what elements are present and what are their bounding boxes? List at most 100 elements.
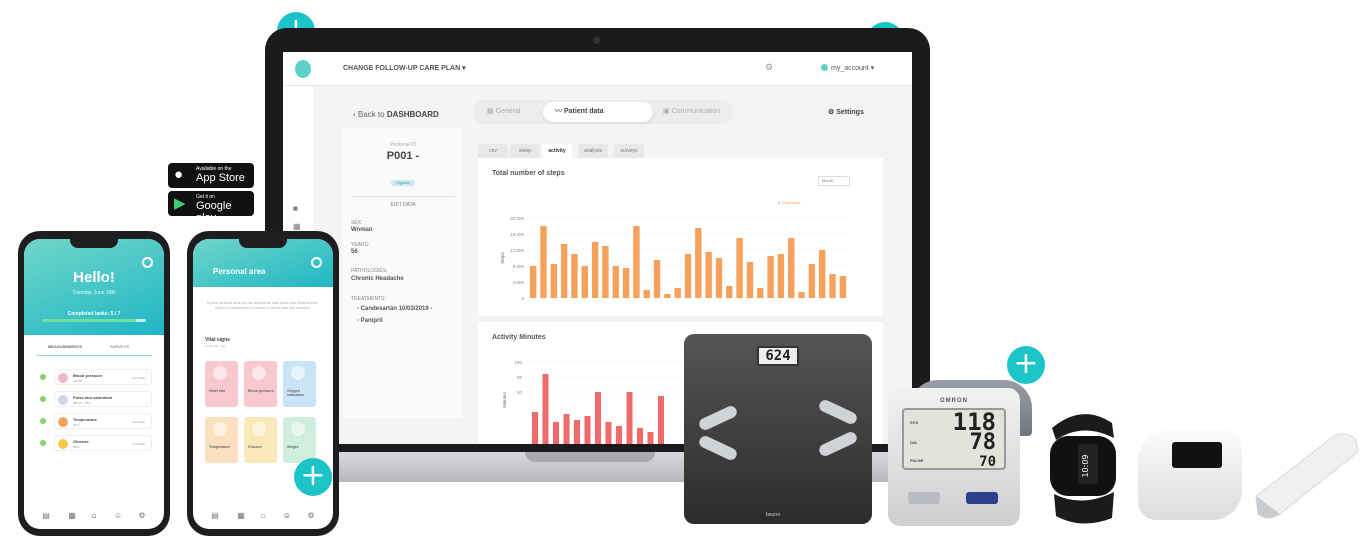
measurement-name: Glucose <box>73 439 89 444</box>
apple-icon: ● <box>174 166 184 183</box>
google-play-badge[interactable]: ▶ Get it on Google play <box>168 191 254 224</box>
steps-bar <box>560 244 568 298</box>
tab-general[interactable]: ▦ General <box>487 102 520 122</box>
greeting-date: Tuesday, June 28th <box>72 290 116 296</box>
gear-icon[interactable]: ⚙ <box>765 62 773 73</box>
laptop-notch <box>525 452 655 462</box>
vital-tile[interactable]: Heart rate <box>205 361 238 407</box>
steps-bar <box>808 264 816 298</box>
chat-icon[interactable]: ▤ <box>40 511 52 520</box>
steps-bar <box>550 264 558 298</box>
scale-pad <box>697 434 739 462</box>
tab-communication[interactable]: ▣ Communication <box>663 102 720 122</box>
subtab-csv[interactable]: csv <box>478 144 508 158</box>
account-menu[interactable]: my_account ▾ <box>831 64 874 72</box>
subtab-activity[interactable]: activity <box>542 144 572 158</box>
calendar-icon[interactable]: ▦ <box>235 511 247 520</box>
minutes-bar <box>595 392 601 444</box>
vital-tile[interactable]: Blood pressure <box>244 361 277 407</box>
status-badge: Vigente <box>391 180 415 186</box>
phone-home-screen: Hello! Tuesday, June 28th Completed task… <box>24 239 164 529</box>
pulse-oximeter <box>1138 430 1242 520</box>
minutes-bar <box>616 426 622 444</box>
minutes-bar <box>542 374 549 444</box>
measurement-icon <box>58 373 68 383</box>
bottom-nav: ▤ ▦ ⌂ ☺ ⚙ <box>24 507 164 529</box>
minutes-bar <box>532 412 538 444</box>
vital-icon <box>213 366 227 380</box>
list-item[interactable]: Pulse and saturation 88bpm · 95% <box>54 391 152 407</box>
tab-patient-data[interactable]: 〰 Patient data <box>543 102 653 122</box>
y-tick-label: 16.000 <box>510 232 524 237</box>
y-tick-label: 12.000 <box>510 248 524 253</box>
steps-chart: 0 4.000 8.000 12.000 16.000 20.000 Steps <box>500 216 848 301</box>
vital-tile[interactable]: Weight <box>283 417 316 463</box>
vital-label: Oxygen saturation <box>287 389 304 397</box>
band-strap-bottom <box>1054 492 1114 524</box>
steps-bar <box>757 288 764 298</box>
steps-bar <box>736 238 743 298</box>
measurement-action[interactable]: Set today › <box>132 420 147 424</box>
home-icon[interactable]: ⌂ <box>257 511 269 520</box>
chat-icon[interactable]: ▤ <box>209 511 221 520</box>
bp-brand: OMRON <box>940 398 968 404</box>
vital-label: Blood pressure <box>248 389 274 393</box>
thermometer-body <box>1255 433 1359 519</box>
edit-data-link[interactable]: EDIT DATA <box>343 202 463 208</box>
home-icon[interactable]: ⌂ <box>88 511 100 520</box>
steps-bar <box>643 290 650 298</box>
minutes-bar <box>626 392 633 444</box>
steps-bar <box>705 252 712 298</box>
measurement-action[interactable]: Set today › <box>132 376 147 380</box>
vital-label: Temperature <box>209 445 230 449</box>
body-scale: 624 beurer <box>684 334 872 524</box>
measurement-value: 88bpm · 95% <box>73 401 91 405</box>
play-icon: ▶ <box>174 195 186 212</box>
profile-icon[interactable]: ☺ <box>281 511 293 520</box>
vital-tile[interactable]: Glucose <box>244 417 277 463</box>
plus-marker-devices[interactable]: + <box>1007 346 1045 384</box>
plus-marker-phone[interactable]: + <box>294 458 332 496</box>
logo-icon[interactable] <box>295 60 311 78</box>
settings-icon[interactable]: ⚙ <box>305 511 317 520</box>
tab-surveys[interactable]: SURVEYS <box>110 344 129 349</box>
measurement-action[interactable]: Set today › <box>132 442 147 446</box>
subtab-analysis[interactable]: analysis <box>578 144 608 158</box>
vital-icon <box>252 422 266 436</box>
list-item[interactable]: Glucose 90% Set today › <box>54 435 152 451</box>
steps-bar <box>839 276 847 298</box>
subtab-sleep[interactable]: sleep <box>510 144 540 158</box>
change-plan-menu[interactable]: CHANGE FOLLOW-UP CARE PLAN ▾ <box>343 64 466 72</box>
calendar-icon[interactable]: ▦ <box>66 511 78 520</box>
list-item[interactable]: Blood pressure 120/80 Set today › <box>54 369 152 385</box>
gear-icon: ⚙ <box>828 109 837 116</box>
phone-notch <box>239 239 287 248</box>
settings-icon[interactable]: ⚙ <box>136 511 148 520</box>
bp-start-button[interactable] <box>966 492 998 504</box>
phone-notch <box>70 239 118 248</box>
vital-label: Glucose <box>248 445 262 449</box>
subtab-surveys[interactable]: surveys <box>614 144 644 158</box>
folder-icon[interactable]: ■ <box>293 204 303 214</box>
tab-underline <box>36 355 152 356</box>
dia-label: DIA <box>910 440 917 445</box>
settings-button[interactable]: ⚙ Settings <box>828 108 864 116</box>
timer-icon[interactable] <box>311 257 322 268</box>
vital-tile[interactable]: Oxygen saturation <box>283 361 316 407</box>
steps-bar <box>653 260 661 298</box>
blood-pressure-monitor: OMRON SYS 118 DIA 78 PULSE 70 <box>888 388 1020 526</box>
timer-icon[interactable] <box>142 257 153 268</box>
app-store-badge[interactable]: ● Available on the App Store <box>168 163 254 188</box>
y-tick-label: 8.000 <box>513 264 525 269</box>
profile-icon[interactable]: ☺ <box>112 511 124 520</box>
tab-measurements[interactable]: MEASUREMENTS <box>48 344 82 349</box>
measurement-name: Blood pressure <box>73 373 103 378</box>
scale-pad <box>817 430 859 458</box>
measurement-value: 120/80 <box>73 379 83 383</box>
divider <box>351 196 455 197</box>
list-item[interactable]: Temperature 36,5º Set today › <box>54 413 152 429</box>
vital-tile[interactable]: Temperature <box>205 417 238 463</box>
back-link[interactable]: ‹ Back to DASHBOARD <box>353 110 439 119</box>
oximeter-screen <box>1172 442 1222 468</box>
bp-memory-button[interactable] <box>908 492 940 504</box>
